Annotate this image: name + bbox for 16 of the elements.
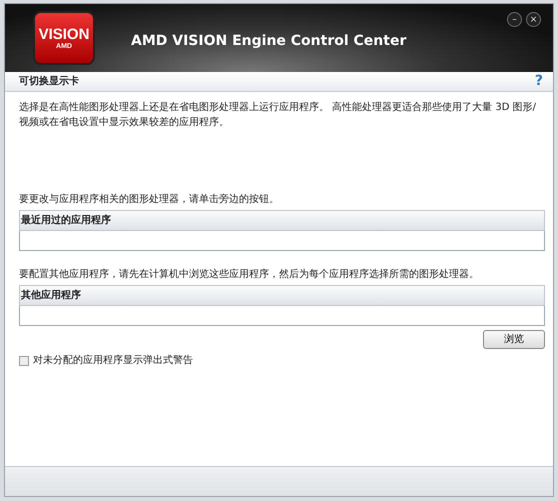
list-header: 最近用过的应用程序 bbox=[19, 210, 545, 231]
instruction-text: 要更改与应用程序相关的图形处理器，请单击旁边的按钮。 bbox=[19, 192, 280, 207]
window-title: AMD VISION Engine Control Center bbox=[131, 33, 408, 49]
page-title: 可切换显示卡 bbox=[19, 74, 79, 89]
minimize-button[interactable]: – bbox=[507, 12, 522, 27]
close-button[interactable]: × bbox=[526, 12, 541, 27]
checkbox[interactable] bbox=[19, 356, 29, 366]
browse-button[interactable]: 浏览 bbox=[483, 330, 545, 349]
logo-text: VISION bbox=[38, 26, 90, 43]
description-text: 选择是在高性能图形处理器上还是在省电图形处理器上运行应用程序。 高性能处理器更适合那些使用了大量 3D 图形/视频或在省电设置中显示效果较差的应用程序。 bbox=[19, 100, 537, 130]
list-header: 其他应用程序 bbox=[19, 285, 545, 306]
app-list[interactable] bbox=[19, 231, 545, 251]
instruction-text: 要配置其他应用程序，请先在计算机中浏览这些应用程序，然后为每个应用程序选择所需的图形处理器。 bbox=[19, 268, 480, 282]
help-button[interactable]: ? bbox=[534, 71, 543, 92]
checkbox-label: 对未分配的应用程序显示弹出式警告 bbox=[33, 354, 193, 368]
app-list[interactable] bbox=[19, 306, 545, 326]
